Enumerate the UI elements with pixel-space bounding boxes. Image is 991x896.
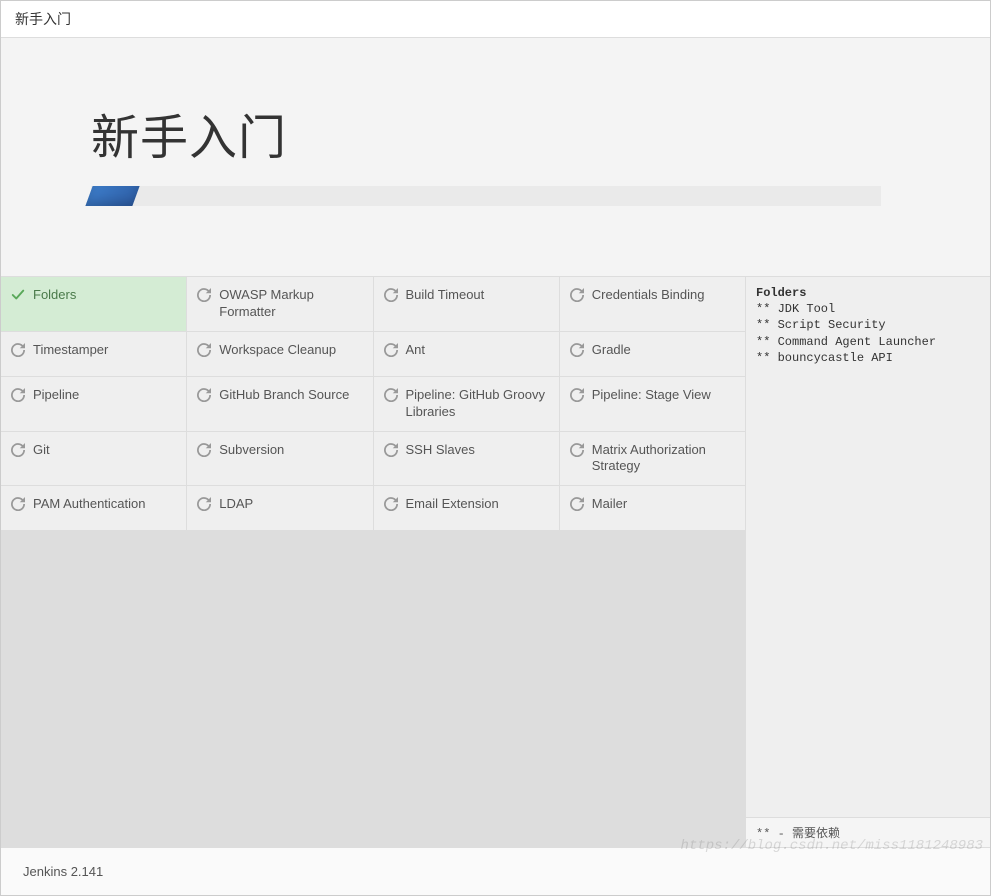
plugin-cell: Folders bbox=[1, 277, 186, 331]
refresh-icon bbox=[384, 288, 398, 302]
log-legend: ** - 需要依赖 bbox=[746, 817, 990, 847]
plugin-label: PAM Authentication bbox=[33, 496, 146, 513]
plugin-cell: Gradle bbox=[560, 332, 745, 376]
plugin-label: Build Timeout bbox=[406, 287, 485, 304]
plugin-label: Folders bbox=[33, 287, 76, 304]
plugin-cell: Matrix Authorization Strategy bbox=[560, 432, 745, 486]
plugin-cell: Build Timeout bbox=[374, 277, 559, 331]
log-line: ** Command Agent Launcher bbox=[756, 334, 980, 350]
plugin-cell: LDAP bbox=[187, 486, 372, 530]
refresh-icon bbox=[570, 288, 584, 302]
plugin-cell: SSH Slaves bbox=[374, 432, 559, 486]
plugin-cell: Git bbox=[1, 432, 186, 486]
plugin-label: Email Extension bbox=[406, 496, 499, 513]
plugin-label: Pipeline: GitHub Groovy Libraries bbox=[406, 387, 549, 421]
refresh-icon bbox=[197, 497, 211, 511]
progress-bar bbox=[91, 186, 881, 206]
plugins-grid: Folders OWASP Markup Formatter Build Timeo… bbox=[1, 277, 745, 847]
plugin-cell: GitHub Branch Source bbox=[187, 377, 372, 431]
footer: Jenkins 2.141 bbox=[1, 847, 990, 895]
plugin-label: Mailer bbox=[592, 496, 627, 513]
progress-fill bbox=[85, 186, 140, 206]
refresh-icon bbox=[570, 388, 584, 402]
check-icon bbox=[11, 288, 25, 302]
plugin-label: Git bbox=[33, 442, 50, 459]
refresh-icon bbox=[570, 343, 584, 357]
refresh-icon bbox=[384, 343, 398, 357]
plugin-label: SSH Slaves bbox=[406, 442, 475, 459]
refresh-icon bbox=[11, 388, 25, 402]
install-log: Folders** JDK Tool** Script Security** C… bbox=[746, 277, 990, 817]
plugin-label: Credentials Binding bbox=[592, 287, 705, 304]
refresh-icon bbox=[570, 443, 584, 457]
plugin-cell: OWASP Markup Formatter bbox=[187, 277, 372, 331]
plugin-label: Workspace Cleanup bbox=[219, 342, 336, 359]
plugin-cell: Pipeline: GitHub Groovy Libraries bbox=[374, 377, 559, 431]
plugin-label: Pipeline bbox=[33, 387, 79, 404]
log-heading: Folders bbox=[756, 285, 980, 301]
window-titlebar: 新手入门 bbox=[1, 1, 990, 38]
plugin-cell: Mailer bbox=[560, 486, 745, 530]
log-line: ** Script Security bbox=[756, 317, 980, 333]
refresh-icon bbox=[197, 288, 211, 302]
plugin-label: GitHub Branch Source bbox=[219, 387, 349, 404]
page-heading: 新手入门 bbox=[91, 98, 900, 168]
plugin-cell: Email Extension bbox=[374, 486, 559, 530]
plugin-label: LDAP bbox=[219, 496, 253, 513]
plugin-label: OWASP Markup Formatter bbox=[219, 287, 362, 321]
plugin-cell: Credentials Binding bbox=[560, 277, 745, 331]
refresh-icon bbox=[11, 497, 25, 511]
refresh-icon bbox=[197, 388, 211, 402]
plugin-cell: Subversion bbox=[187, 432, 372, 486]
log-line: ** JDK Tool bbox=[756, 301, 980, 317]
refresh-icon bbox=[384, 497, 398, 511]
install-log-panel: Folders** JDK Tool** Script Security** C… bbox=[745, 277, 990, 847]
plugin-label: Pipeline: Stage View bbox=[592, 387, 711, 404]
setup-wizard-window: 新手入门 新手入门 Folders OWASP Markup Formatter B… bbox=[0, 0, 991, 896]
plugin-cell: Pipeline: Stage View bbox=[560, 377, 745, 431]
plugin-cell: Pipeline bbox=[1, 377, 186, 431]
window-title: 新手入门 bbox=[15, 11, 71, 27]
refresh-icon bbox=[384, 388, 398, 402]
plugin-label: Matrix Authorization Strategy bbox=[592, 442, 735, 476]
refresh-icon bbox=[384, 443, 398, 457]
log-line: ** bouncycastle API bbox=[756, 350, 980, 366]
header-area: 新手入门 bbox=[1, 38, 990, 277]
main-content: Folders OWASP Markup Formatter Build Timeo… bbox=[1, 277, 990, 847]
plugin-cell: Workspace Cleanup bbox=[187, 332, 372, 376]
refresh-icon bbox=[197, 343, 211, 357]
plugin-label: Subversion bbox=[219, 442, 284, 459]
refresh-icon bbox=[11, 343, 25, 357]
refresh-icon bbox=[11, 443, 25, 457]
refresh-icon bbox=[570, 497, 584, 511]
plugin-label: Ant bbox=[406, 342, 426, 359]
plugin-label: Timestamper bbox=[33, 342, 108, 359]
plugin-cell: PAM Authentication bbox=[1, 486, 186, 530]
plugin-label: Gradle bbox=[592, 342, 631, 359]
refresh-icon bbox=[197, 443, 211, 457]
version-label: Jenkins 2.141 bbox=[23, 864, 103, 879]
plugin-cell: Timestamper bbox=[1, 332, 186, 376]
plugin-cell: Ant bbox=[374, 332, 559, 376]
